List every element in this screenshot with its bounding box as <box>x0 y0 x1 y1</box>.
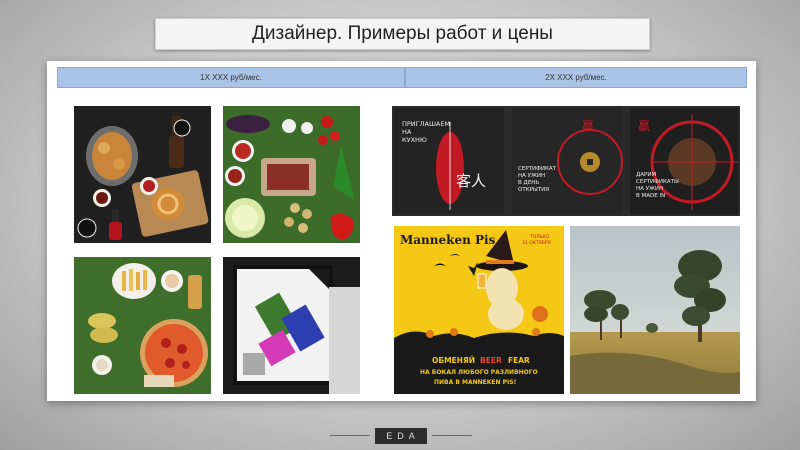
gift-line-4: В MADE IN <box>636 193 665 199</box>
beer-ad-line1-c: FEAR <box>508 356 530 365</box>
beer-ad-line3: ПИВА В MANNEKEN PIS! <box>434 379 516 386</box>
gift-line-2: СЕРТИФИКАТЫ <box>636 179 679 185</box>
cert-line-2: НА УЖИН <box>518 173 545 179</box>
broken-image-icon <box>223 257 360 394</box>
food-photo-appetizers <box>74 106 211 243</box>
restaurant-promo-banner: ПРИГЛАШАЕМ НА КУХНЮ 客人 贏 СЕРТИФИКАТ НА У… <box>392 106 740 216</box>
footer-logo: EDA <box>375 428 427 444</box>
beer-ad-line1-a: ОБМЕНЯЙ <box>432 356 475 365</box>
price-bar-left: 1Х ХХХ руб/мес. <box>57 67 405 88</box>
beer-ad-image: Manneken Pis ТОЛЬКО 31 ОКТЯБРЯ ОБМЕНЯЙ B… <box>394 226 564 394</box>
promo-line-2: НА <box>402 128 412 136</box>
promo-glyph-2: 贏 <box>638 118 650 133</box>
pizza-image <box>74 257 211 394</box>
price-bar-right: 2Х ХХХ руб/мес. <box>405 67 747 88</box>
food-photo-pizza <box>74 257 211 394</box>
gift-line-3: НА УЖИН <box>636 186 663 192</box>
beer-ad-date-1: ТОЛЬКО <box>529 234 550 240</box>
landscape-painting <box>570 226 740 394</box>
restaurant-promo-image: ПРИГЛАШАЕМ НА КУХНЮ 客人 贏 СЕРТИФИКАТ НА У… <box>392 106 740 216</box>
promo-glyph-1: 贏 <box>582 118 594 133</box>
gift-line-1: ДАРИМ <box>636 172 656 178</box>
page-title: Дизайнер. Примеры работ и цены <box>155 18 650 50</box>
broken-image-placeholder <box>223 257 360 394</box>
pine-landscape-image <box>570 226 740 394</box>
promo-line-3: КУХНЮ <box>402 136 427 144</box>
food-photo-vegetables <box>223 106 360 243</box>
cert-line-4: ОТКРЫТИЯ <box>518 187 549 193</box>
beer-ad-date-2: 31 ОКТЯБРЯ <box>522 240 551 246</box>
appetizers-image <box>74 106 211 243</box>
content-panel: 1Х ХХХ руб/мес. 2Х ХХХ руб/мес. ПРИГЛАША… <box>47 61 756 401</box>
cert-line-1: СЕРТИФИКАТ <box>518 166 557 172</box>
vegetables-image <box>223 106 360 243</box>
promo-line-1: ПРИГЛАШАЕМ <box>402 120 450 128</box>
promo-chinese-text: 客人 <box>456 172 486 190</box>
footer-line-right <box>432 435 472 436</box>
cert-line-3: В ДЕНЬ <box>518 180 539 186</box>
beer-ad-line2: НА БОКАЛ ЛЮБОГО РАЗЛИВНОГО <box>420 369 538 376</box>
beer-halloween-ad: Manneken Pis ТОЛЬКО 31 ОКТЯБРЯ ОБМЕНЯЙ B… <box>394 226 564 394</box>
beer-ad-brand: Manneken Pis <box>400 233 496 247</box>
footer-line-left <box>330 435 370 436</box>
beer-ad-line1-b: BEER <box>480 356 502 365</box>
